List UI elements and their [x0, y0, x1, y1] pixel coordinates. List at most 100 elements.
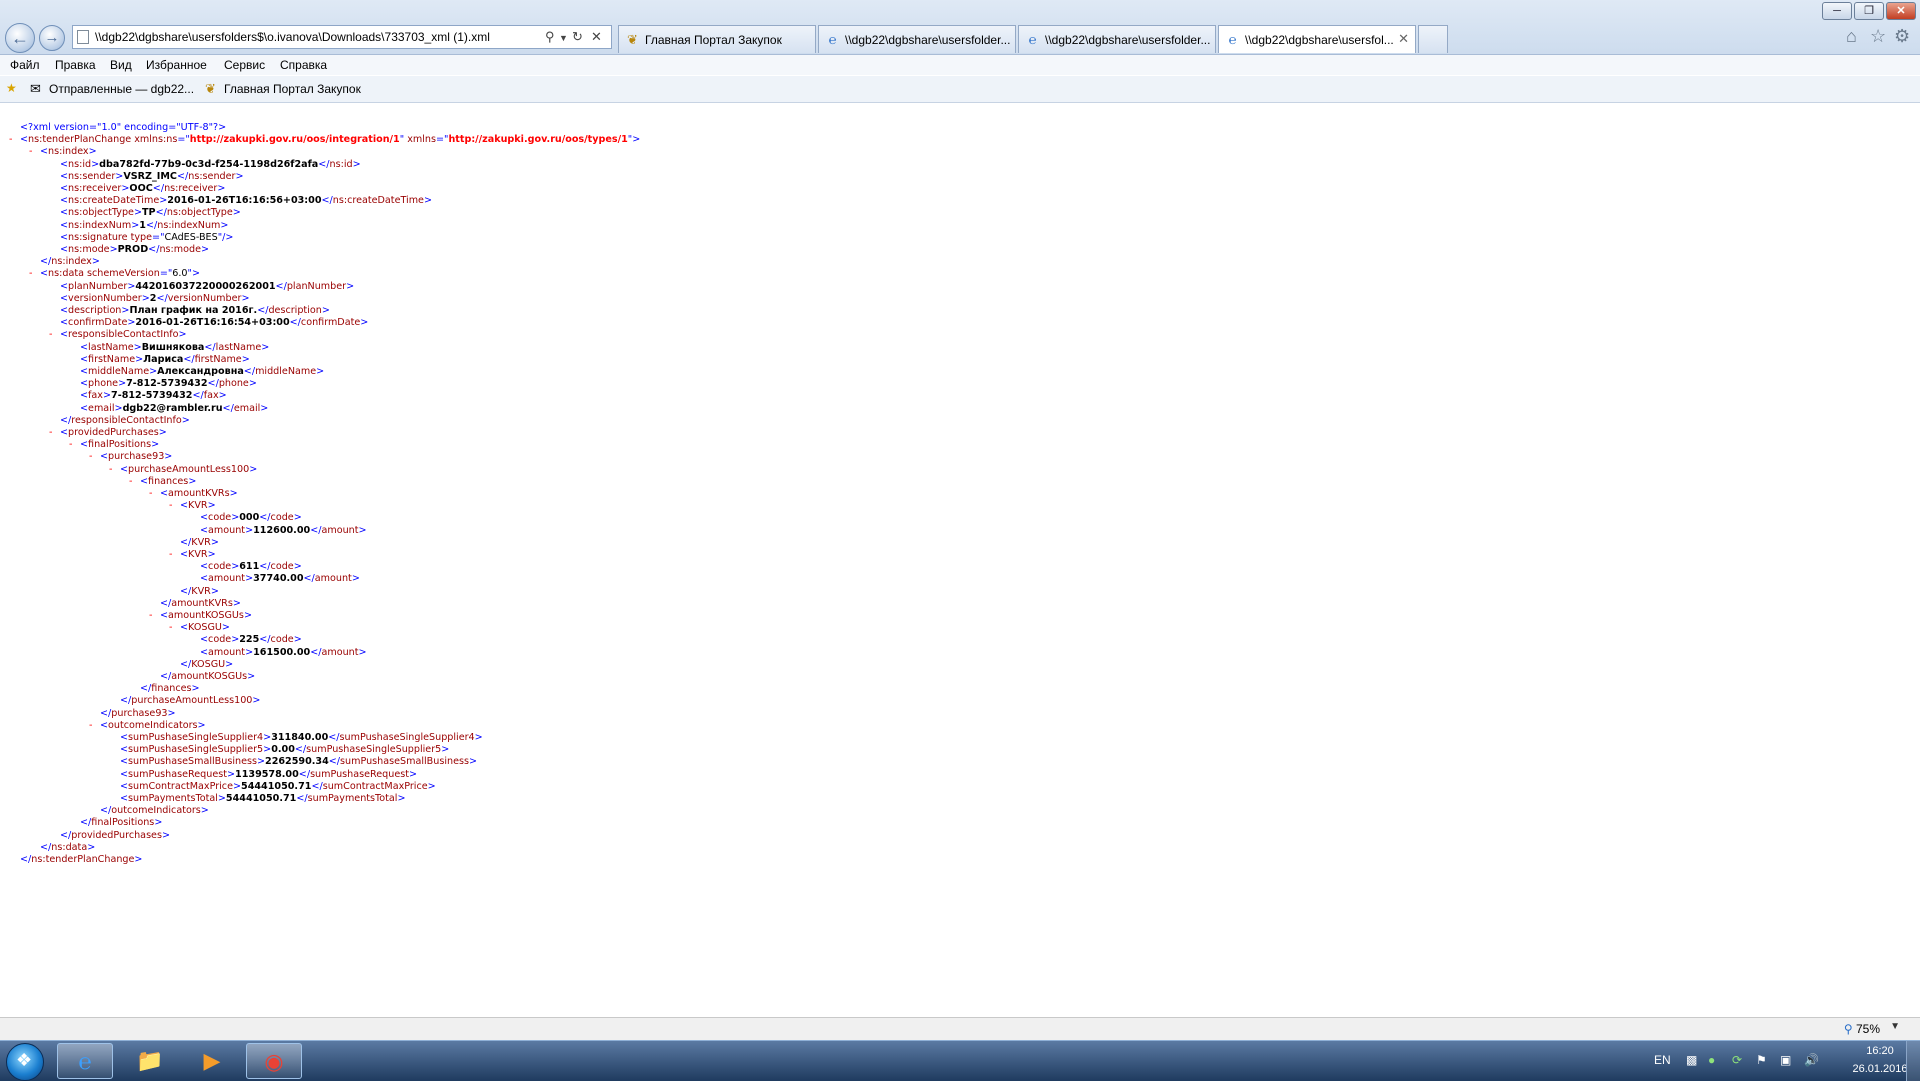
new-tab-button[interactable]: [1418, 25, 1448, 53]
collapse-toggle[interactable]: -: [29, 146, 32, 158]
collapse-toggle[interactable]: -: [49, 427, 52, 439]
tray-network-icon[interactable]: ▩: [1686, 1053, 1697, 1067]
collapse-toggle[interactable]: -: [169, 549, 172, 561]
taskbar-explorer[interactable]: 📁: [122, 1043, 178, 1079]
menu-file[interactable]: Файл: [10, 58, 40, 72]
collapse-toggle[interactable]: -: [149, 610, 152, 622]
menu-edit[interactable]: Правка: [55, 58, 96, 72]
xml-markup: =": [159, 268, 173, 280]
tab-file-3-active[interactable]: ℮ \\dgb22\dgbshare\usersfol... ✕: [1218, 25, 1416, 53]
xml-markup: >: [91, 256, 100, 268]
xml-line: <ns:objectType>TP</ns:objectType>: [60, 207, 241, 219]
taskbar-media-player[interactable]: ▶: [184, 1043, 240, 1079]
home-icon[interactable]: ⌂: [1846, 26, 1857, 47]
xml-markup: >: [149, 366, 158, 377]
minimize-button[interactable]: ─: [1822, 2, 1852, 20]
xml-markup: >: [423, 195, 433, 207]
taskbar-chrome[interactable]: ◉: [246, 1043, 302, 1079]
xml-tag-name: ns:objectType: [68, 207, 134, 219]
xml-tag-name: lastName: [88, 341, 134, 353]
xml-markup: <: [60, 158, 69, 170]
xml-tag-name: email: [233, 402, 261, 414]
xml-tag-name: sumPushaseSingleSupplier4: [339, 732, 475, 743]
xml-markup: <: [120, 463, 129, 475]
collapse-toggle[interactable]: -: [169, 622, 172, 634]
xml-tag-name: middleName: [255, 366, 317, 377]
tray-sync-icon[interactable]: ⟳: [1732, 1053, 1742, 1067]
tab-file-2[interactable]: ℮ \\dgb22\dgbshare\usersfolder...: [1018, 25, 1216, 53]
maximize-button[interactable]: ❐: [1854, 2, 1884, 20]
xml-markup: <: [160, 488, 169, 499]
favorites-star-icon[interactable]: ☆: [1870, 26, 1886, 47]
tray-monitor-icon[interactable]: ▣: [1780, 1053, 1791, 1067]
stop-icon[interactable]: ✕: [591, 29, 602, 45]
tray-flag-icon[interactable]: ⚑: [1756, 1053, 1767, 1067]
tray-volume-icon[interactable]: 🔊: [1804, 1053, 1819, 1067]
xml-markup: </: [40, 841, 52, 853]
xml-text-value: dba782fd-77b9-0c3d-f254-1198d26f2afa: [99, 158, 319, 170]
menu-favorites[interactable]: Избранное: [146, 58, 207, 72]
xml-markup: <: [180, 622, 189, 634]
collapse-toggle[interactable]: -: [89, 720, 92, 732]
collapse-toggle[interactable]: -: [89, 451, 92, 463]
forward-button[interactable]: →: [39, 25, 65, 51]
close-window-button[interactable]: ✕: [1886, 2, 1916, 20]
dropdown-icon[interactable]: ▼: [559, 33, 568, 43]
tab-file-1[interactable]: ℮ \\dgb22\dgbshare\usersfolder...: [818, 25, 1016, 53]
xml-markup: <: [180, 549, 189, 560]
xml-markup: >: [247, 671, 256, 682]
xml-line: - <ns:data schemeVersion="6.0">: [29, 268, 200, 280]
xml-tag-name: KVR: [188, 500, 208, 512]
language-indicator[interactable]: EN: [1654, 1053, 1671, 1067]
collapse-toggle[interactable]: -: [109, 464, 112, 476]
xml-markup: <: [80, 378, 89, 390]
xml-tag-name: firstName: [88, 353, 136, 365]
taskbar-ie[interactable]: ℮: [57, 1043, 113, 1079]
gear-icon[interactable]: ⚙: [1894, 26, 1910, 47]
collapse-toggle[interactable]: -: [129, 476, 132, 488]
favorite-link-portal[interactable]: ❦ Главная Портал Закупок: [205, 81, 361, 97]
collapse-toggle[interactable]: -: [9, 134, 12, 146]
back-button[interactable]: ←: [5, 23, 35, 53]
favorite-link-mail[interactable]: ✉ Отправленные — dgb22...: [30, 81, 194, 97]
search-icon[interactable]: ⚲: [545, 29, 555, 45]
xml-tag-name: planNumber: [68, 280, 128, 292]
address-text[interactable]: \\dgb22\dgbshare\usersfolders$\o.ivanova…: [95, 30, 525, 44]
address-bar[interactable]: \\dgb22\dgbshare\usersfolders$\o.ivanova…: [72, 25, 612, 49]
clock-time[interactable]: 16:20: [1850, 1045, 1910, 1057]
taskbar: ❖ ℮ 📁 ▶ ◉ EN ▩ ● ⟳ ⚑ ▣ 🔊 16:20 26.01.201…: [0, 1040, 1920, 1081]
xml-markup: <: [140, 475, 149, 487]
collapse-toggle[interactable]: -: [169, 500, 172, 512]
xml-text-value: 7-812-5739432: [111, 390, 193, 402]
clock-date[interactable]: 26.01.2016: [1845, 1063, 1915, 1075]
collapse-toggle[interactable]: -: [29, 268, 32, 280]
collapse-toggle[interactable]: -: [149, 488, 152, 500]
xml-line: <ns:mode>PROD</ns:mode>: [60, 244, 209, 256]
menu-view[interactable]: Вид: [110, 58, 132, 72]
xml-line: </ns:index>: [40, 256, 100, 268]
refresh-icon[interactable]: ↻: [572, 29, 583, 45]
collapse-toggle[interactable]: -: [49, 329, 52, 341]
xml-markup: <: [60, 305, 69, 316]
start-button[interactable]: ❖: [6, 1043, 44, 1081]
tray-app-icon[interactable]: ●: [1708, 1053, 1715, 1067]
menu-help[interactable]: Справка: [280, 58, 327, 72]
xml-tag-name: sumPaymentsTotal: [128, 793, 218, 804]
xml-markup: </: [318, 158, 330, 170]
xml-text-value: VSRZ_IMC: [123, 170, 177, 182]
xml-markup: </: [289, 317, 301, 329]
xml-markup: >: [154, 817, 163, 829]
folder-icon: 📁: [136, 1048, 164, 1073]
show-desktop-button[interactable]: [1906, 1041, 1920, 1081]
zoom-level[interactable]: ⚲ 75%: [1844, 1022, 1880, 1036]
collapse-toggle[interactable]: -: [69, 439, 72, 451]
zoom-dropdown-icon[interactable]: ▼: [1890, 1021, 1900, 1032]
close-tab-icon[interactable]: ✕: [1398, 31, 1409, 47]
xml-markup: </: [180, 585, 192, 597]
favorites-add-icon[interactable]: ★: [6, 81, 17, 95]
xml-line: <fax>7-812-5739432</fax>: [80, 390, 227, 402]
xml-text-value: Лариса: [143, 353, 184, 365]
menu-tools[interactable]: Сервис: [224, 58, 265, 72]
tab-portal[interactable]: ❦ Главная Портал Закупок: [618, 25, 816, 53]
xml-tag-name: sumPushaseSingleSupplier5: [128, 744, 264, 756]
